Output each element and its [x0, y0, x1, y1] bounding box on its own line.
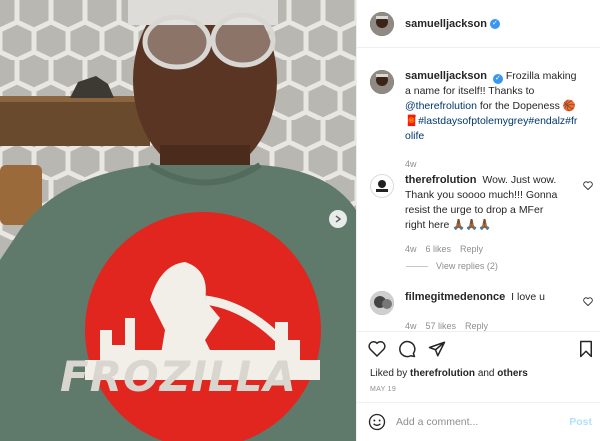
comment-age[interactable]: 4w: [405, 242, 417, 257]
comment-reply-button[interactable]: Reply: [460, 242, 483, 257]
caption-hashtags-link[interactable]: #lastdaysofptolemygrey#endalz#frolife: [405, 115, 577, 142]
liked-by-user[interactable]: therefrolution: [410, 368, 475, 379]
commenter-username[interactable]: filmegitmedenonce: [405, 291, 505, 303]
like-heart-icon[interactable]: [368, 340, 386, 357]
comment-item: therefrolution Wow. Just wow. Thank you …: [370, 173, 590, 257]
emoji-smiley-icon[interactable]: [368, 413, 386, 431]
like-comment-heart-icon[interactable]: [583, 297, 593, 306]
comment-reply-button[interactable]: Reply: [465, 319, 488, 331]
caption-entry: samuelljackson ✓ Frozilla making a name f…: [370, 69, 590, 172]
liked-by-others[interactable]: others: [497, 368, 528, 379]
post-actions: Liked by therefrolution and others MAY 1…: [357, 331, 600, 397]
comment-bubble-icon[interactable]: [398, 340, 416, 358]
post-header: samuelljackson ✓: [357, 0, 600, 48]
save-bookmark-icon[interactable]: [578, 340, 594, 358]
author-avatar[interactable]: [370, 11, 394, 36]
shirt-print-text: FROZILLA: [60, 352, 297, 401]
liked-by-line: Liked by therefrolution and others: [370, 368, 528, 379]
liked-by-prefix: Liked by: [370, 368, 408, 379]
like-comment-heart-icon[interactable]: [583, 181, 593, 190]
commenter-avatar[interactable]: [370, 291, 394, 315]
post-side-panel: samuelljackson ✓ samuelljackson ✓ Frozill…: [356, 0, 600, 441]
add-comment-input[interactable]: [396, 416, 556, 428]
liked-by-and: and: [477, 368, 495, 379]
replies-divider: [406, 265, 428, 267]
comment-likes[interactable]: 6 likes: [426, 242, 452, 257]
comment-item: filmegitmedenonce I love u 4w 57 likes R…: [370, 290, 590, 331]
comment-age[interactable]: 4w: [405, 319, 417, 331]
caption-mention-link[interactable]: @therefrolution: [405, 100, 477, 112]
comment-text: I love u: [511, 291, 546, 303]
author-username[interactable]: samuelljackson: [405, 18, 487, 30]
verified-badge-icon: ✓: [489, 18, 500, 29]
chevron-right-icon: [335, 215, 342, 223]
comment-list[interactable]: samuelljackson ✓ Frozilla making a name f…: [357, 49, 600, 331]
caption-author[interactable]: samuelljackson: [405, 70, 487, 82]
post-comment-button[interactable]: Post: [569, 416, 592, 428]
share-paper-plane-icon[interactable]: [428, 340, 446, 358]
commenter-username[interactable]: therefrolution: [405, 174, 477, 186]
post-date[interactable]: MAY 19: [370, 386, 396, 393]
caption-age[interactable]: 4w: [405, 157, 417, 172]
add-comment-bar: Post: [357, 402, 600, 441]
verified-badge-icon: ✓: [492, 74, 503, 84]
commenter-avatar[interactable]: [370, 174, 394, 198]
caption-text-2: for the Dopeness: [479, 100, 560, 112]
post-photo[interactable]: FROZILLA: [0, 0, 356, 441]
comment-likes[interactable]: 57 likes: [426, 319, 457, 331]
view-replies-label: View replies (2): [436, 261, 498, 271]
next-photo-button[interactable]: [329, 210, 347, 228]
view-replies-button[interactable]: View replies (2): [406, 261, 498, 271]
author-avatar[interactable]: [370, 70, 394, 94]
